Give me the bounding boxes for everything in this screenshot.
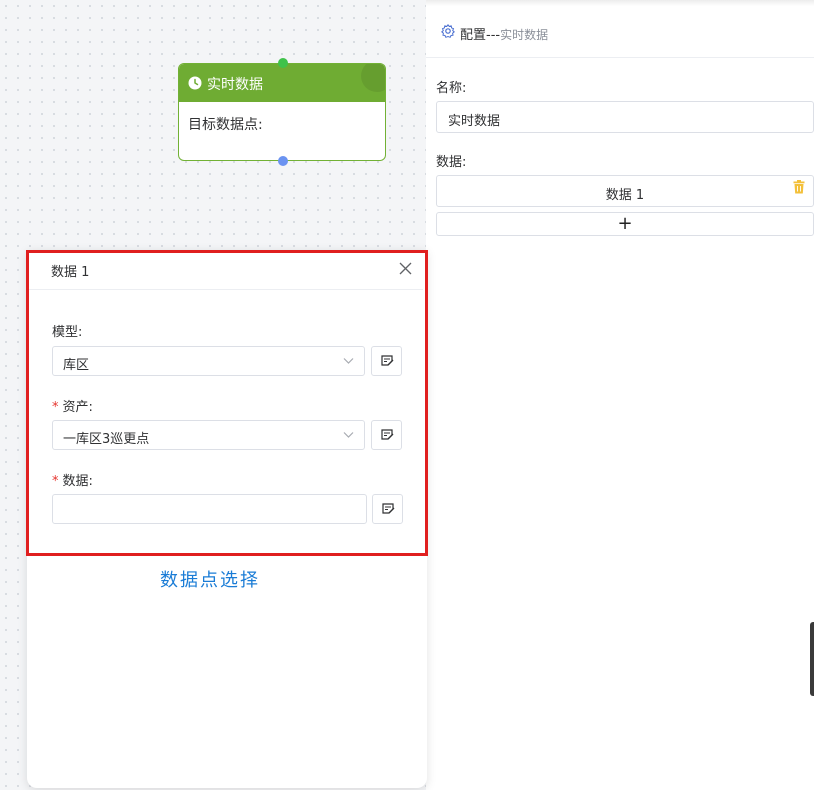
panel-subtitle: 实时数据 [500,28,549,42]
dialog-divider [29,289,423,290]
data-picker-button[interactable] [372,494,403,524]
model-select[interactable]: 库区 [52,346,365,376]
config-panel-header: 配置---实时数据 [426,6,814,58]
realtime-data-node[interactable]: 实时数据 目标数据点: [178,58,386,166]
node-header: 实时数据 [179,64,385,102]
node-output-port[interactable] [278,156,288,166]
dialog-title: 数据 1 [51,265,90,280]
node-title: 实时数据 [207,77,263,93]
caption-text: 数据点选择 [160,570,260,591]
edit-note-icon [382,503,395,514]
asset-picker-button[interactable] [371,420,402,450]
model-label: 模型: [52,325,83,340]
node-input-port[interactable] [278,58,288,68]
required-mark: * [52,474,59,489]
node-body-text: 目标数据点: [188,117,263,133]
flow-canvas[interactable]: 实时数据 目标数据点: 数据 1 模型: 库区 * 资产: 一库区3巡更点 * … [0,0,428,790]
model-picker-button[interactable] [371,346,402,376]
edit-note-icon [381,355,394,366]
chevron-down-icon [343,358,354,364]
data-label: * 数据: [52,474,93,489]
model-select-value: 库区 [63,358,90,373]
close-icon[interactable] [399,262,412,275]
trash-icon[interactable] [793,180,805,194]
name-label: 名称: [436,81,467,96]
data-list-label: 数据: [436,155,467,170]
side-drawer-handle[interactable] [810,622,814,696]
data-list-item[interactable]: 数据 1 [436,175,814,207]
data-input[interactable] [52,494,367,524]
gear-icon [441,24,455,38]
asset-select-value: 一库区3巡更点 [63,432,150,447]
name-input-value: 实时数据 [448,114,501,129]
panel-title: 配置---实时数据 [460,28,549,43]
required-mark: * [52,400,59,415]
clock-icon [188,76,202,90]
asset-label: * 资产: [52,400,93,415]
data-point-dialog: 数据 1 模型: 库区 * 资产: 一库区3巡更点 * 数据: 数据点选择 [26,250,428,788]
name-input[interactable]: 实时数据 [436,101,814,133]
edit-note-icon [381,429,394,440]
data-item-label: 数据 1 [605,188,645,203]
add-data-button[interactable]: + [436,212,814,236]
asset-select[interactable]: 一库区3巡更点 [52,420,365,450]
chevron-down-icon [343,432,354,438]
